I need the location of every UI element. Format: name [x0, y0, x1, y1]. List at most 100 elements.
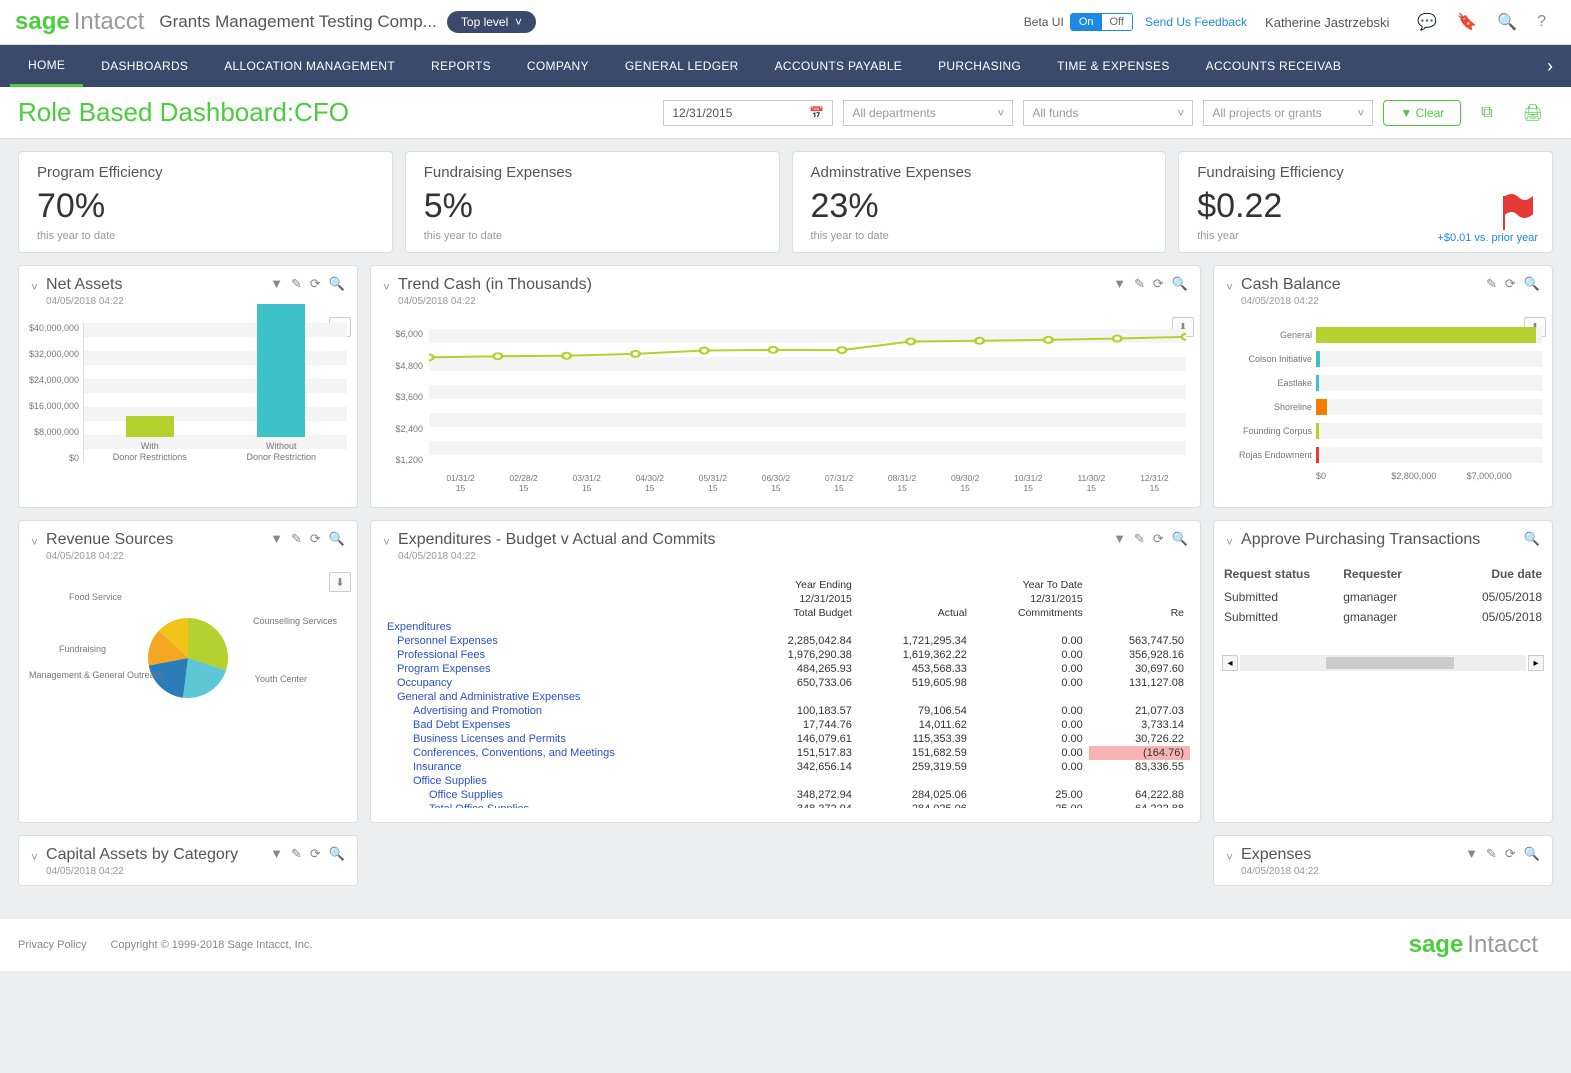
- edit-icon[interactable]: ✎: [1486, 846, 1497, 862]
- footer-logo-intacct: Intacct: [1467, 931, 1538, 959]
- panel-timestamp: 04/05/2018 04:22: [398, 551, 716, 562]
- table-row[interactable]: Submittedgmanager05/05/2018: [1214, 587, 1552, 607]
- edit-icon[interactable]: ✎: [1134, 276, 1145, 292]
- filter-icon[interactable]: ▼: [1113, 276, 1126, 292]
- nav-gl[interactable]: GENERAL LEDGER: [607, 45, 757, 87]
- refresh-icon[interactable]: ⟳: [1153, 531, 1164, 547]
- date-value: 12/31/2015: [672, 106, 732, 120]
- clear-button[interactable]: ▼ Clear: [1383, 100, 1461, 126]
- projects-value: All projects or grants: [1212, 106, 1321, 120]
- expand-icon[interactable]: 🔍: [1524, 531, 1540, 547]
- feedback-link[interactable]: Send Us Feedback: [1145, 15, 1247, 29]
- collapse-icon[interactable]: ˅: [383, 535, 390, 549]
- nav-ar[interactable]: ACCOUNTS RECEIVAB: [1188, 45, 1360, 87]
- panel-approve-purchasing: ˅ Approve Purchasing Transactions 🔍 Requ…: [1213, 520, 1553, 823]
- dashboard-grid: ˅ Net Assets 04/05/2018 04:22 ▼ ✎ ⟳ 🔍 ⬇ …: [0, 265, 1571, 904]
- trend-cash-chart: $6,000$4,800$3,600$2,400$1,200 01/31/215…: [381, 323, 1190, 493]
- collapse-icon[interactable]: ˅: [1226, 535, 1233, 549]
- toggle-off[interactable]: Off: [1102, 14, 1132, 30]
- nav-dashboards[interactable]: DASHBOARDS: [83, 45, 206, 87]
- panel-title: Expenses: [1241, 846, 1319, 864]
- collapse-icon[interactable]: ˅: [31, 850, 38, 864]
- beta-toggle[interactable]: On Off: [1070, 13, 1133, 31]
- logo-intacct: Intacct: [74, 8, 145, 36]
- toggle-on[interactable]: On: [1071, 14, 1102, 30]
- nav-reports[interactable]: REPORTS: [413, 45, 509, 87]
- panel-title: Cash Balance: [1241, 276, 1341, 294]
- print-icon[interactable]: 🖨: [1523, 103, 1543, 123]
- collapse-icon[interactable]: ˅: [1226, 280, 1233, 294]
- refresh-icon[interactable]: ⟳: [310, 276, 321, 292]
- bookmark-icon[interactable]: 🔖: [1457, 12, 1477, 32]
- scroll-right-icon[interactable]: ▸: [1528, 655, 1544, 671]
- edit-icon[interactable]: ✎: [291, 846, 302, 862]
- expand-icon[interactable]: 🔍: [1172, 531, 1188, 547]
- kpi-title: Adminstrative Expenses: [811, 164, 1148, 181]
- panel-timestamp: 04/05/2018 04:22: [398, 296, 592, 307]
- filter-icon[interactable]: ▼: [270, 846, 283, 862]
- edit-icon[interactable]: ✎: [291, 276, 302, 292]
- main-nav: HOME DASHBOARDS ALLOCATION MANAGEMENT RE…: [0, 45, 1571, 87]
- nav-ap[interactable]: ACCOUNTS PAYABLE: [757, 45, 921, 87]
- user-name[interactable]: Katherine Jastrzebski: [1265, 15, 1389, 30]
- edit-icon[interactable]: ✎: [1134, 531, 1145, 547]
- collapse-icon[interactable]: ˅: [31, 535, 38, 549]
- panel-timestamp: 04/05/2018 04:22: [46, 296, 124, 307]
- chevron-down-icon: ˅: [1357, 106, 1364, 120]
- panel-title: Capital Assets by Category: [46, 846, 238, 864]
- collapse-icon[interactable]: ˅: [1226, 850, 1233, 864]
- nav-home[interactable]: HOME: [10, 45, 83, 87]
- kpi-program-efficiency[interactable]: Program Efficiency 70% this year to date: [18, 151, 393, 253]
- departments-filter[interactable]: All departments˅: [843, 100, 1013, 126]
- pie-label: Fundraising: [59, 644, 106, 654]
- kpi-admin-expenses[interactable]: Adminstrative Expenses 23% this year to …: [792, 151, 1167, 253]
- edit-icon[interactable]: ✎: [1486, 276, 1497, 292]
- collapse-icon[interactable]: ˅: [31, 280, 38, 294]
- filter-icon[interactable]: ▼: [1465, 846, 1478, 862]
- expand-icon[interactable]: 🔍: [1172, 276, 1188, 292]
- refresh-icon[interactable]: ⟳: [1153, 276, 1164, 292]
- privacy-link[interactable]: Privacy Policy: [18, 939, 86, 951]
- projects-filter[interactable]: All projects or grants ˅: [1203, 100, 1373, 126]
- help-icon[interactable]: ?: [1537, 13, 1546, 31]
- nav-scroll-right[interactable]: ›: [1539, 56, 1561, 77]
- expand-icon[interactable]: 🔍: [329, 846, 345, 862]
- title-row: Role Based Dashboard:CFO 12/31/2015📅 All…: [0, 87, 1571, 139]
- expenditures-table[interactable]: Year EndingYear To Date12/31/201512/31/2…: [381, 578, 1190, 808]
- table-row[interactable]: Submittedgmanager05/05/2018: [1214, 607, 1552, 627]
- horizontal-scrollbar[interactable]: ◂ ▸: [1222, 655, 1544, 671]
- filter-icon[interactable]: ▼: [270, 276, 283, 292]
- panel-trend-cash: ˅ Trend Cash (in Thousands) 04/05/2018 0…: [370, 265, 1201, 508]
- nav-company[interactable]: COMPANY: [509, 45, 607, 87]
- expand-icon[interactable]: 🔍: [1524, 846, 1540, 862]
- kpi-sub: this year to date: [424, 230, 761, 242]
- filter-icon[interactable]: ▼: [270, 531, 283, 547]
- refresh-icon[interactable]: ⟳: [1505, 846, 1516, 862]
- expand-icon[interactable]: 🔍: [329, 276, 345, 292]
- refresh-icon[interactable]: ⟳: [1505, 276, 1516, 292]
- kpi-value: 5%: [424, 187, 761, 226]
- pie-label: Food Service: [69, 592, 122, 602]
- copy-icon[interactable]: ⧉: [1481, 104, 1492, 122]
- scroll-left-icon[interactable]: ◂: [1222, 655, 1238, 671]
- kpi-fundraising-expenses[interactable]: Fundraising Expenses 5% this year to dat…: [405, 151, 780, 253]
- chat-icon[interactable]: 💬: [1417, 12, 1437, 32]
- collapse-icon[interactable]: ˅: [383, 280, 390, 294]
- refresh-icon[interactable]: ⟳: [310, 531, 321, 547]
- search-icon[interactable]: 🔍: [1497, 12, 1517, 32]
- kpi-sub: this year to date: [811, 230, 1148, 242]
- page-title: Role Based Dashboard:CFO: [18, 97, 349, 128]
- nav-time[interactable]: TIME & EXPENSES: [1039, 45, 1188, 87]
- nav-purchasing[interactable]: PURCHASING: [920, 45, 1039, 87]
- expand-icon[interactable]: 🔍: [329, 531, 345, 547]
- nav-allocation[interactable]: ALLOCATION MANAGEMENT: [206, 45, 413, 87]
- edit-icon[interactable]: ✎: [291, 531, 302, 547]
- top-level-dropdown[interactable]: Top level ˅: [447, 11, 536, 33]
- funds-filter[interactable]: All funds˅: [1023, 100, 1193, 126]
- kpi-fundraising-efficiency[interactable]: Fundraising Efficiency $0.22 this year +…: [1178, 151, 1553, 253]
- date-filter[interactable]: 12/31/2015📅: [663, 100, 833, 126]
- expand-icon[interactable]: 🔍: [1524, 276, 1540, 292]
- filter-icon[interactable]: ▼: [1113, 531, 1126, 547]
- kpi-value: 23%: [811, 187, 1148, 226]
- refresh-icon[interactable]: ⟳: [310, 846, 321, 862]
